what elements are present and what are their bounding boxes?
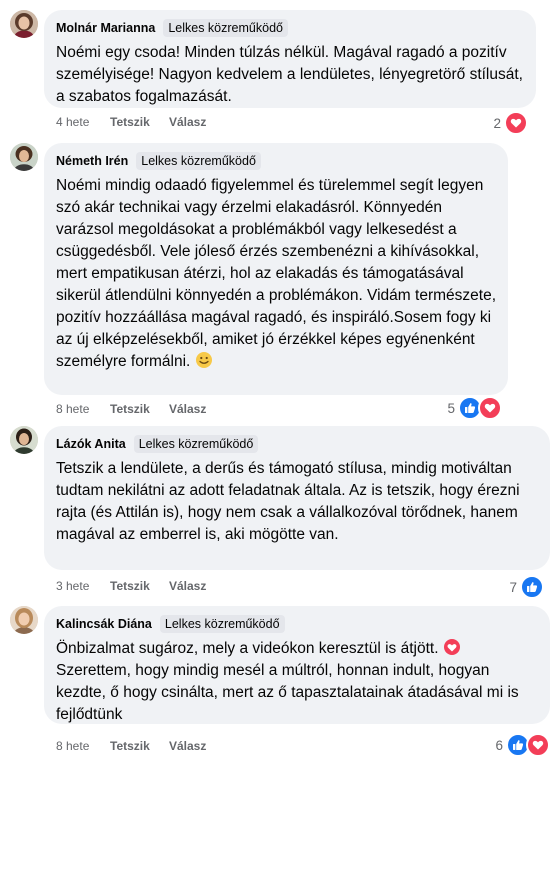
- contributor-badge: Lelkes közreműködő: [163, 19, 288, 37]
- author-name[interactable]: Lázók Anita: [56, 437, 126, 451]
- author-name[interactable]: Kalincsák Diána: [56, 617, 152, 631]
- comment-text-first: Önbizalmat sugároz, mely a videókon kere…: [56, 640, 439, 657]
- heart-icon: [478, 396, 502, 420]
- timestamp[interactable]: 8 hete: [56, 739, 110, 753]
- reaction-count: 7: [509, 579, 517, 595]
- timestamp[interactable]: 3 hete: [56, 579, 110, 593]
- avatar[interactable]: [10, 143, 38, 171]
- contributor-badge: Lelkes közreműködő: [159, 615, 285, 633]
- reply-button[interactable]: Válasz: [169, 115, 206, 129]
- reaction-count: 2: [493, 115, 501, 131]
- reaction-count: 5: [447, 400, 455, 416]
- contributor-badge: Lelkes közreműködő: [133, 435, 259, 453]
- comment-text: Noémi mindig odaadó figyelemmel és türel…: [56, 177, 496, 370]
- smiley-emoji: [195, 351, 213, 369]
- comment-text: Noémi egy csoda! Minden túlzás nélkül. M…: [56, 44, 523, 105]
- comment-text-second: Szerettem, hogy mindig mesél a múltról, …: [56, 662, 519, 723]
- comment-bubble: Lázók Anita Lelkes közreműködő Tetszik a…: [44, 426, 550, 570]
- author-name[interactable]: Németh Irén: [56, 154, 128, 168]
- reaction-summary[interactable]: 5: [447, 396, 502, 420]
- reply-button[interactable]: Válasz: [169, 402, 206, 416]
- reaction-summary[interactable]: 7: [509, 575, 544, 599]
- comment-actions: 4 hete Tetszik Válasz: [56, 114, 206, 130]
- like-button[interactable]: Tetszik: [110, 402, 169, 416]
- comment-actions: 3 hete Tetszik Válasz: [56, 578, 206, 594]
- comment-actions: 8 hete Tetszik Válasz: [56, 401, 206, 417]
- thumbs-up-icon: [520, 575, 544, 599]
- like-button[interactable]: Tetszik: [110, 115, 169, 129]
- comment-actions: 8 hete Tetszik Válasz: [56, 738, 206, 754]
- comment-bubble: Németh Irén Lelkes közreműködő Noémi min…: [44, 143, 508, 395]
- heart-icon: [504, 111, 528, 135]
- like-button[interactable]: Tetszik: [110, 579, 169, 593]
- avatar[interactable]: [10, 606, 38, 634]
- reply-button[interactable]: Válasz: [169, 739, 206, 753]
- contributor-badge: Lelkes közreműködő: [136, 152, 261, 170]
- avatar[interactable]: [10, 10, 38, 38]
- timestamp[interactable]: 4 hete: [56, 115, 110, 129]
- author-name[interactable]: Molnár Marianna: [56, 21, 155, 35]
- heart-emoji: [443, 638, 461, 656]
- timestamp[interactable]: 8 hete: [56, 402, 110, 416]
- comment-bubble: Kalincsák Diána Lelkes közreműködő Önbiz…: [44, 606, 550, 724]
- reaction-summary[interactable]: 2: [493, 111, 528, 135]
- comment-bubble: Molnár Marianna Lelkes közreműködő Noémi…: [44, 10, 536, 108]
- heart-icon: [526, 733, 550, 757]
- comment-text: Tetszik a lendülete, a derűs és támogató…: [56, 460, 520, 543]
- reply-button[interactable]: Válasz: [169, 579, 206, 593]
- reaction-summary[interactable]: 6: [495, 733, 550, 757]
- avatar[interactable]: [10, 426, 38, 454]
- reaction-count: 6: [495, 737, 503, 753]
- like-button[interactable]: Tetszik: [110, 739, 169, 753]
